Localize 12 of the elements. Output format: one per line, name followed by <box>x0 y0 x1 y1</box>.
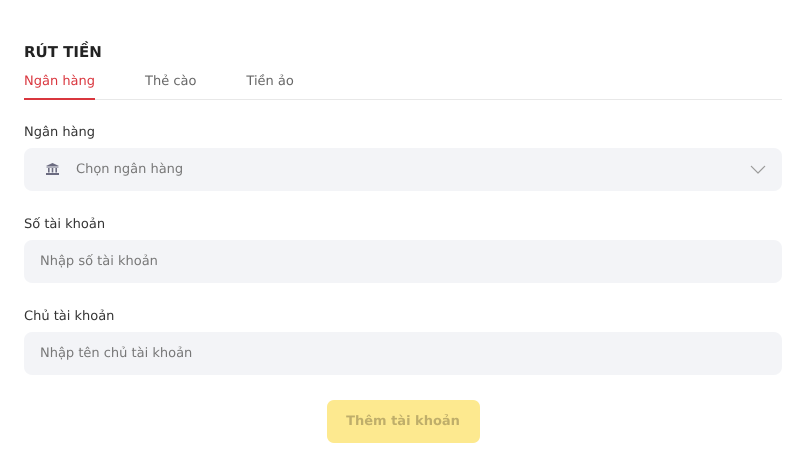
input-field[interactable]: Nhập số tài khoản <box>24 240 782 283</box>
field-label: Ngân hàng <box>24 125 96 140</box>
field-label: Số tài khoản <box>24 217 106 232</box>
field-label: Chủ tài khoản <box>24 309 116 324</box>
bank-icon <box>46 163 59 175</box>
tab[interactable]: Thẻ cào <box>145 72 196 100</box>
tab[interactable]: Ngân hàng <box>24 72 96 100</box>
bank-select[interactable]: Chọn ngân hàng <box>24 148 782 191</box>
page-title: RÚT TIỀN <box>24 40 103 63</box>
chevron-down-icon <box>750 165 766 174</box>
input-field[interactable]: Nhập tên chủ tài khoản <box>24 332 782 375</box>
tab[interactable]: Tiền ảo <box>246 72 294 100</box>
